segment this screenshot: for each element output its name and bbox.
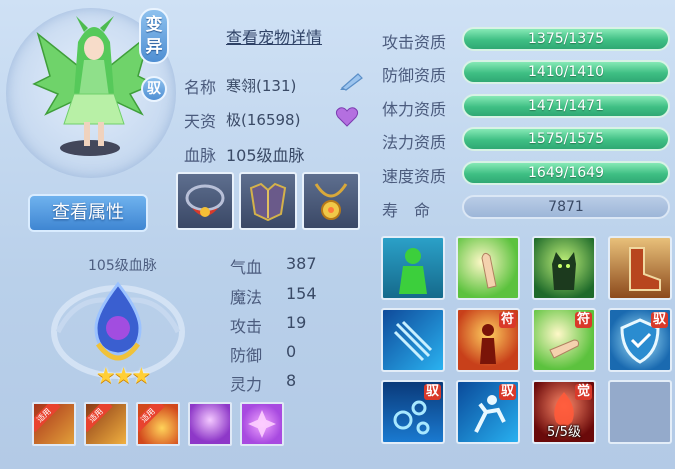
- stat-label-mp: 魔法: [230, 288, 263, 307]
- rename-pen-icon[interactable]: [336, 70, 366, 92]
- use-tag: 适用: [34, 404, 61, 433]
- talent-label: 天资: [184, 112, 217, 131]
- lifespan-bar: 7871: [462, 195, 670, 219]
- small-skill-1[interactable]: 适用: [32, 402, 76, 446]
- skill-slot-7[interactable]: 符: [532, 308, 596, 372]
- variant-badge: 变异: [139, 8, 169, 64]
- name-value: 寒翎(131): [226, 77, 297, 95]
- aptitude-label-defense: 防御资质: [382, 66, 447, 85]
- bloodline-label: 血脉: [184, 146, 217, 165]
- skill-badge: 符: [498, 312, 516, 328]
- skill-badge: 驭: [498, 384, 516, 400]
- stat-label-hp: 气血: [230, 258, 263, 277]
- view-attributes-button[interactable]: 查看属性: [28, 194, 148, 232]
- skill-slot-9[interactable]: 驭: [381, 380, 445, 444]
- stat-value-mp: 154: [286, 284, 317, 303]
- aptitude-bar-stamina: 1471/1471: [462, 94, 670, 118]
- skill-badge: 驭: [423, 384, 441, 400]
- aptitude-label-speed: 速度资质: [382, 167, 447, 186]
- aptitude-label-magic: 法力资质: [382, 133, 447, 152]
- skill-slot-11[interactable]: 觉 5/5级: [532, 380, 596, 444]
- equipment-slot-amulet[interactable]: [302, 172, 360, 230]
- necklace-red-icon: [185, 184, 225, 217]
- talent-value: 极(16598): [226, 111, 301, 129]
- tame-badge: 驭: [141, 76, 167, 102]
- skill-slot-2[interactable]: [456, 236, 520, 300]
- stat-label-spirit: 灵力: [230, 375, 263, 394]
- stat-label-defense: 防御: [230, 346, 263, 365]
- small-skill-2[interactable]: 适用: [84, 402, 128, 446]
- small-skill-4[interactable]: [188, 402, 232, 446]
- stat-label-attack: 攻击: [230, 317, 263, 336]
- equipment-slot-armor[interactable]: [239, 172, 297, 230]
- skill-blue-feather-icon: [393, 320, 433, 362]
- aptitude-bar-defense: 1410/1410: [462, 60, 670, 84]
- heart-icon[interactable]: [335, 106, 359, 128]
- aptitude-bar-magic: 1575/1575: [462, 127, 670, 151]
- skill-slot-4[interactable]: [608, 236, 672, 300]
- bloodline-emblem-label: 105级血脉: [88, 258, 157, 274]
- aptitude-label-attack: 攻击资质: [382, 33, 447, 52]
- skill-badge: 驭: [650, 312, 668, 328]
- amulet-gold-icon: [314, 183, 348, 220]
- lifespan-label: 寿 命: [382, 201, 431, 220]
- purple-cross-icon: [248, 410, 276, 438]
- pet-details-link[interactable]: 查看宠物详情: [226, 24, 322, 48]
- skill-level: 5/5级: [547, 425, 581, 440]
- star-rating: ★★★: [96, 364, 152, 389]
- skill-slot-10[interactable]: 驭: [456, 380, 520, 444]
- stat-value-hp: 387: [286, 254, 317, 273]
- skill-boot-icon: [629, 247, 661, 291]
- skill-green-silhouette-icon: [399, 248, 427, 294]
- armor-icon: [249, 182, 287, 222]
- skill-green-cat-icon: [552, 252, 576, 290]
- skill-slot-3[interactable]: [532, 236, 596, 300]
- skill-badge: 觉: [574, 384, 592, 400]
- stat-value-attack: 19: [286, 313, 307, 332]
- small-skill-3[interactable]: 适用: [136, 402, 180, 446]
- aptitude-label-stamina: 体力资质: [382, 100, 447, 119]
- stat-value-spirit: 8: [286, 371, 297, 390]
- bloodline-value: 105级血脉: [226, 146, 305, 165]
- aptitude-bar-attack: 1375/1375: [462, 27, 670, 51]
- small-skill-5[interactable]: [240, 402, 284, 446]
- skill-slot-8[interactable]: 驭: [608, 308, 672, 372]
- skill-badge: 符: [574, 312, 592, 328]
- skill-palm-icon: [481, 252, 497, 289]
- aptitude-bar-speed: 1649/1649: [462, 161, 670, 185]
- skill-slot-6[interactable]: 符: [456, 308, 520, 372]
- stat-value-defense: 0: [286, 342, 297, 361]
- skill-slot-empty[interactable]: [608, 380, 672, 444]
- use-tag: 适用: [138, 404, 165, 433]
- equipment-slot-necklace[interactable]: [176, 172, 234, 230]
- name-label: 名称: [184, 78, 217, 97]
- skill-slot-1[interactable]: [381, 236, 445, 300]
- star-icon: ★: [131, 364, 152, 389]
- use-tag: 适用: [86, 404, 113, 433]
- skill-slot-5[interactable]: [381, 308, 445, 372]
